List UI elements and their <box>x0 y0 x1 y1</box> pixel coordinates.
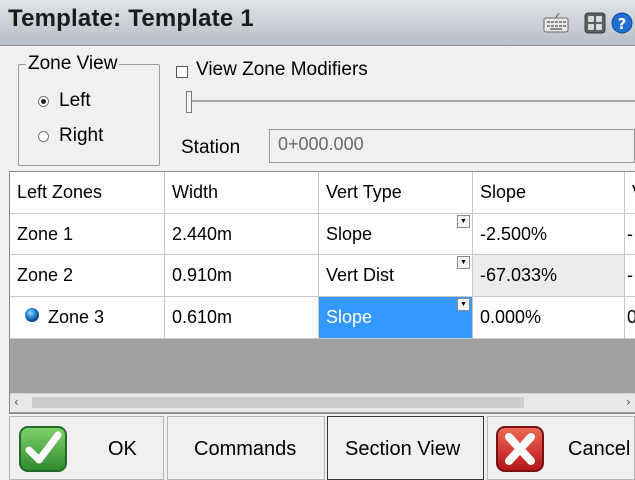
svg-text:?: ? <box>618 15 627 33</box>
commands-button-label: Commands <box>194 438 297 460</box>
window-title: Template: Template 1 <box>8 5 254 32</box>
zones-grid: Left Zones Width Vert Type Slope V Zone … <box>9 171 635 414</box>
section-view-button[interactable]: Section View <box>327 416 484 480</box>
keyboard-icon[interactable] <box>543 12 569 34</box>
column-header-v[interactable]: V <box>625 172 635 214</box>
table-row-slope[interactable]: -67.033% <box>473 255 625 297</box>
vert-type-value: Slope <box>326 307 373 327</box>
column-header-vert-type[interactable]: Vert Type <box>319 172 473 214</box>
table-row-width[interactable]: 0.910m <box>165 255 319 297</box>
column-header-slope[interactable]: Slope <box>473 172 625 214</box>
station-slider-thumb[interactable] <box>186 91 192 113</box>
help-icon[interactable]: ? <box>610 12 635 34</box>
table-row-extra[interactable]: 0 <box>625 297 635 339</box>
zone-view-legend: Zone View <box>26 53 120 75</box>
column-header-width[interactable]: Width <box>165 172 319 214</box>
scroll-right-arrow-icon[interactable]: › <box>626 395 631 409</box>
table-row-width[interactable]: 0.610m <box>165 297 319 339</box>
calculator-icon[interactable] <box>584 12 610 34</box>
table-row-vert-type[interactable]: Vert Dist ▼ <box>319 255 473 297</box>
dropdown-arrow-icon[interactable]: ▼ <box>457 256 470 269</box>
table-row-slope[interactable]: 0.000% <box>473 297 625 339</box>
dropdown-arrow-icon[interactable]: ▼ <box>457 215 470 228</box>
radio-dot-unchecked[interactable] <box>38 130 49 142</box>
station-label: Station <box>181 137 241 158</box>
column-header-left-zones[interactable]: Left Zones <box>10 172 165 214</box>
zone-name-label: Zone 3 <box>48 307 105 327</box>
radio-label-right: Right <box>59 125 104 146</box>
dropdown-arrow-icon[interactable]: ▼ <box>457 298 470 311</box>
view-zone-modifiers-checkbox[interactable] <box>176 66 188 78</box>
table-row-vert-type[interactable]: Slope ▼ <box>319 214 473 255</box>
cancel-button[interactable]: Cancel <box>487 416 635 480</box>
table-row-vert-type-selected[interactable]: Slope ▼ <box>319 297 473 339</box>
table-row-zone-name[interactable]: Zone 3 <box>10 297 165 339</box>
scroll-left-arrow-icon[interactable]: ‹ <box>14 395 19 409</box>
table-row-extra[interactable]: - <box>625 255 635 297</box>
ok-button-label: OK <box>108 438 137 460</box>
blue-circle-icon <box>24 307 40 328</box>
zone-view-group <box>18 64 160 166</box>
table-row-zone-name[interactable]: Zone 1 <box>10 214 165 255</box>
station-slider-track[interactable] <box>187 100 635 102</box>
table-row-zone-name[interactable]: Zone 2 <box>10 255 165 297</box>
cancel-button-label: Cancel <box>568 438 631 460</box>
view-zone-modifiers-label[interactable]: View Zone Modifiers <box>196 59 368 81</box>
vert-type-value: Slope <box>326 223 373 244</box>
checkmark-icon <box>18 425 68 473</box>
station-field[interactable]: 0+000.000 <box>269 129 635 163</box>
cancel-x-icon <box>495 425 545 473</box>
ok-button[interactable]: OK <box>9 416 164 480</box>
radio-label-left: Left <box>59 90 91 111</box>
table-row-extra[interactable]: - <box>625 214 635 255</box>
zone-view-right-radio[interactable]: Right <box>38 125 103 147</box>
radio-dot-checked[interactable] <box>38 95 49 107</box>
vert-type-value: Vert Dist <box>326 265 395 285</box>
zone-view-left-radio[interactable]: Left <box>38 90 91 112</box>
commands-button[interactable]: Commands <box>167 416 325 480</box>
scrollbar-thumb[interactable] <box>32 397 524 408</box>
horizontal-scrollbar[interactable]: ‹ › <box>10 393 635 412</box>
table-row-slope[interactable]: -2.500% <box>473 214 625 255</box>
section-view-button-label: Section View <box>345 438 461 460</box>
table-row-width[interactable]: 2.440m <box>165 214 319 255</box>
